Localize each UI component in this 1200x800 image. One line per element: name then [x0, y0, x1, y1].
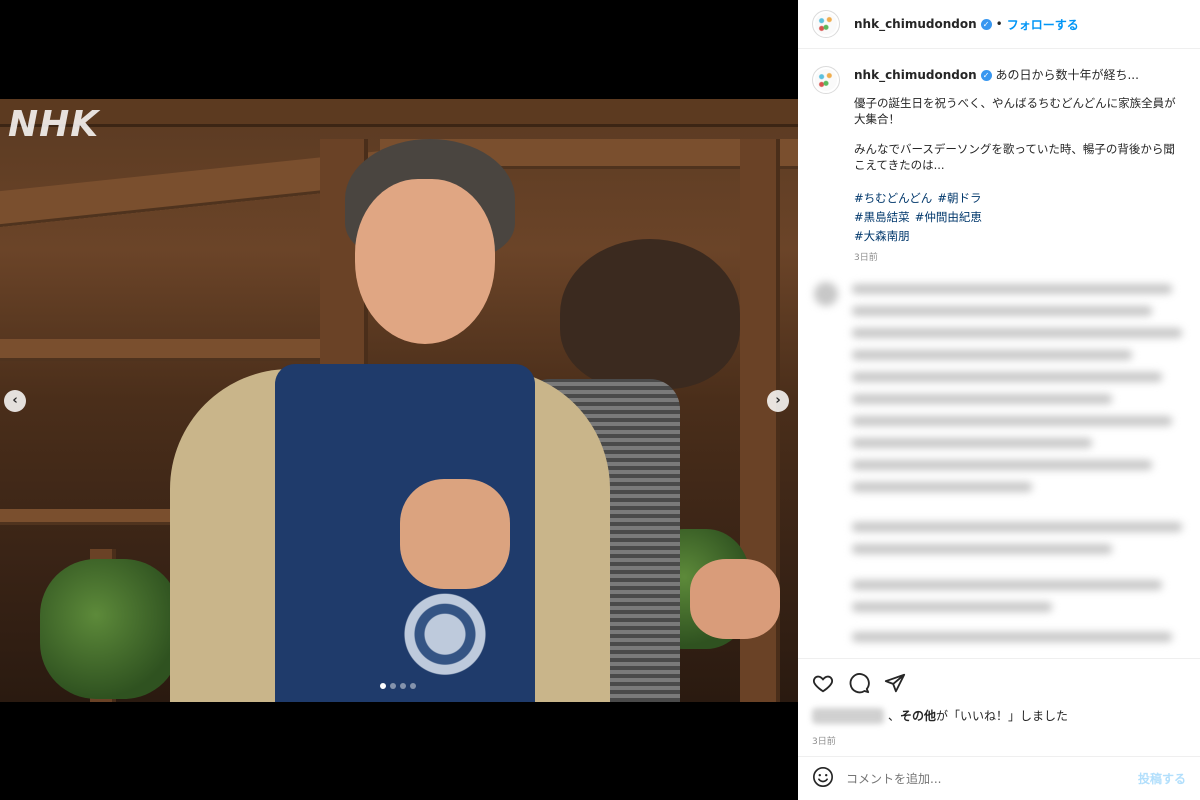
comment-box: 投稿する	[798, 756, 1200, 800]
post-actions: 、 その他 が「いいね！」しました 3日前	[798, 658, 1200, 747]
caption-line: 大集合！	[854, 112, 900, 126]
hashtag-link[interactable]: #大森南朋	[854, 229, 910, 243]
action-icons	[812, 671, 1186, 695]
caption-username[interactable]: nhk_chimudondon	[854, 68, 977, 82]
comment-input[interactable]	[846, 771, 1138, 786]
carousel-dots	[380, 683, 416, 689]
likes-suffix: が「いいね！」しました	[936, 709, 1069, 723]
carousel-prev-button[interactable]: ‹	[4, 390, 26, 412]
chevron-right-icon: ›	[775, 393, 781, 408]
smiley-icon[interactable]	[812, 766, 834, 792]
hashtag-link[interactable]: #仲間由紀恵	[915, 210, 982, 224]
comments-blurred	[798, 266, 1200, 658]
avatar[interactable]	[812, 10, 840, 38]
comment-icon[interactable]	[848, 672, 870, 694]
caption-area: nhk_chimudondon ✓ あの日から数十年が経ち... 優子の誕生日を祝…	[798, 50, 1200, 270]
hashtag-link[interactable]: #ちむどんどん	[854, 191, 932, 205]
chevron-left-icon: ‹	[12, 393, 18, 408]
carousel-dot	[410, 683, 416, 689]
post-header: nhk_chimudondon ✓ • フォローする	[798, 0, 1200, 49]
carousel-dot	[390, 683, 396, 689]
carousel-dot	[380, 683, 386, 689]
post-photo[interactable]	[0, 99, 798, 702]
header-username[interactable]: nhk_chimudondon	[854, 17, 977, 31]
caption-body: nhk_chimudondon ✓ あの日から数十年が経ち... 優子の誕生日を祝…	[854, 66, 1186, 263]
heart-icon[interactable]	[812, 672, 834, 694]
nhk-watermark: NHK	[8, 104, 100, 145]
caption-avatar[interactable]	[812, 66, 840, 94]
follow-button[interactable]: フォローする	[1007, 16, 1079, 33]
caption-line: みんなでバースデーソングを歌っていた時、暢子の背後から聞	[854, 142, 1175, 156]
post-media: NHK ‹ ›	[0, 0, 798, 800]
caption-line: こえてきたのは...	[854, 158, 945, 172]
verified-badge-icon: ✓	[980, 70, 992, 81]
header-separator: •	[995, 17, 1003, 31]
post-timestamp: 3日前	[812, 737, 836, 747]
caption-line: 優子の誕生日を祝うべく、やんばるちむどんどんに家族全員が	[854, 96, 1176, 110]
hashtag-link[interactable]: #朝ドラ	[937, 191, 981, 205]
likes-prefix: 、	[888, 709, 901, 723]
caption-time: 3日前	[854, 253, 878, 263]
liker-name-blurred	[812, 707, 884, 724]
caption-title: あの日から数十年が経ち...	[995, 68, 1139, 82]
verified-badge-icon: ✓	[980, 18, 992, 30]
carousel-next-button[interactable]: ›	[767, 390, 789, 412]
carousel-dot	[400, 683, 406, 689]
send-icon[interactable]	[884, 672, 906, 694]
post-comment-button[interactable]: 投稿する	[1138, 770, 1186, 787]
hashtag-link[interactable]: #黒島結菜	[854, 210, 910, 224]
post-side-panel: nhk_chimudondon ✓ • フォローする nhk_chimudond…	[798, 0, 1200, 800]
likes-others[interactable]: その他	[900, 707, 936, 724]
likes-summary[interactable]: 、 その他 が「いいね！」しました	[812, 707, 1186, 724]
caption-title-row: nhk_chimudondon ✓ あの日から数十年が経ち...	[854, 66, 1186, 83]
